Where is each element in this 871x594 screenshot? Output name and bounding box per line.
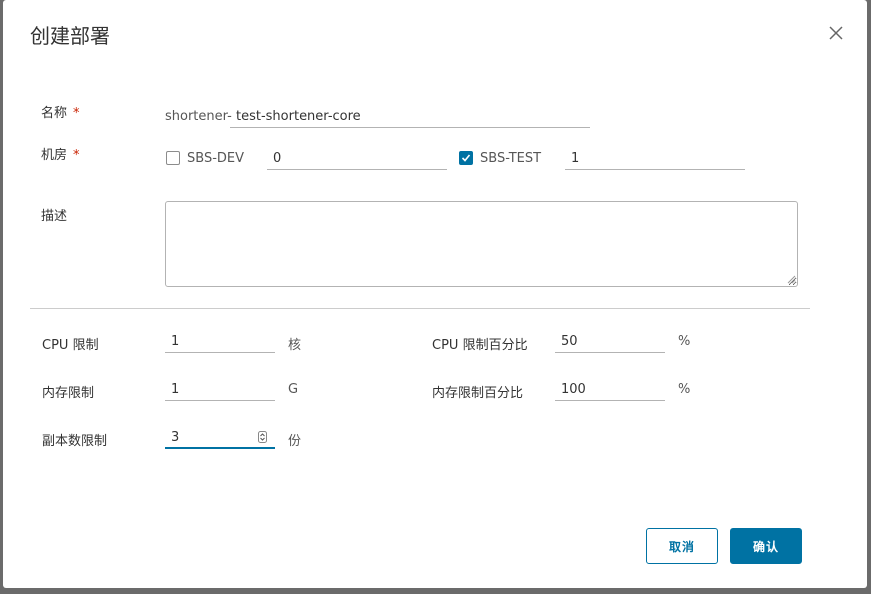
checkmark-icon	[461, 154, 471, 162]
cpu-limit-unit: 核	[288, 338, 302, 353]
datacenter-label: 机房	[41, 148, 68, 163]
memory-limit-percent-label: 内存限制百分比	[432, 386, 524, 401]
description-label: 描述	[41, 209, 68, 224]
replicas-label: 副本数限制	[42, 434, 108, 449]
close-icon	[829, 26, 843, 40]
sbs-test-checkbox[interactable]	[459, 151, 473, 165]
description-textarea[interactable]	[165, 201, 798, 287]
sbs-dev-count-input[interactable]	[267, 148, 447, 170]
memory-limit-unit: G	[288, 382, 299, 397]
cpu-limit-percent-input[interactable]	[555, 331, 665, 353]
memory-limit-percent-input[interactable]	[555, 379, 665, 401]
number-spinner-icon[interactable]	[258, 431, 267, 443]
cpu-limit-input[interactable]	[165, 331, 275, 353]
create-deployment-dialog: 创建部署 名称 * shortener- 机房 * SBS-DEV SBS-TEST…	[3, 0, 867, 588]
name-prefix: shortener-	[165, 109, 232, 124]
datacenter-label-group: 机房 *	[41, 144, 80, 163]
section-divider	[30, 308, 810, 309]
confirm-button[interactable]: 确认	[730, 528, 802, 564]
resize-grip-icon[interactable]	[787, 275, 796, 284]
memory-limit-label: 内存限制	[42, 386, 95, 401]
replicas-unit: 份	[288, 434, 302, 449]
sbs-dev-checkbox[interactable]	[166, 151, 180, 165]
name-label: 名称	[41, 106, 68, 121]
sbs-test-label: SBS-TEST	[480, 151, 542, 166]
cpu-limit-label: CPU 限制	[42, 338, 99, 353]
name-input[interactable]	[230, 106, 590, 128]
datacenter-required-mark: *	[73, 148, 80, 163]
close-button[interactable]	[827, 24, 845, 42]
cancel-button[interactable]: 取消	[646, 528, 718, 564]
cpu-limit-percent-label: CPU 限制百分比	[432, 338, 528, 353]
dialog-title: 创建部署	[30, 24, 110, 48]
name-label-group: 名称 *	[41, 102, 80, 121]
memory-limit-percent-unit: %	[678, 382, 691, 397]
cpu-limit-percent-unit: %	[678, 334, 691, 349]
memory-limit-input[interactable]	[165, 379, 275, 401]
sbs-test-count-input[interactable]	[565, 148, 745, 170]
name-required-mark: *	[73, 106, 80, 121]
sbs-dev-label: SBS-DEV	[187, 151, 245, 166]
